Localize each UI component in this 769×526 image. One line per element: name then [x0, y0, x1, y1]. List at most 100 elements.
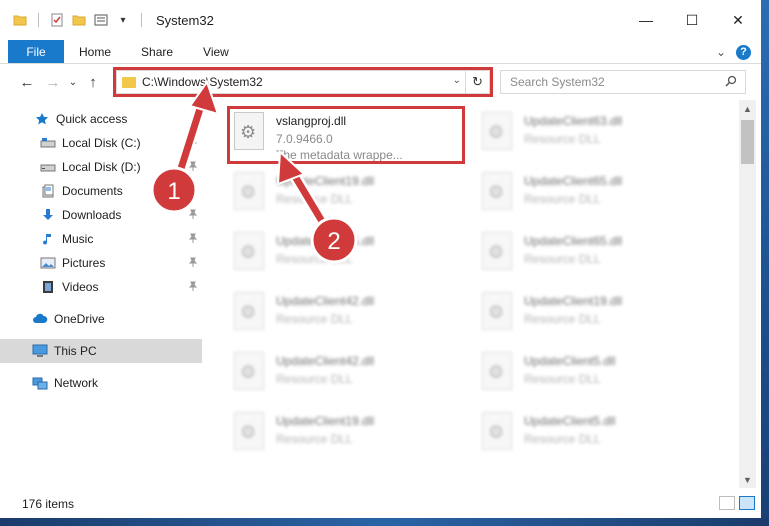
list-item[interactable]: ⚙ UpdateClient63.dll Resource DLL [476, 106, 716, 166]
back-button[interactable]: ← [14, 69, 40, 95]
music-icon [40, 231, 56, 247]
file-highlight-box [227, 106, 465, 164]
details-view-icon[interactable] [719, 496, 735, 510]
list-item[interactable]: ⚙ UpdateClient19.dll Resource DLL [228, 406, 468, 466]
help-icon[interactable]: ? [736, 44, 751, 60]
documents-icon [40, 183, 56, 199]
file-type: Resource DLL [276, 252, 353, 266]
list-item[interactable]: ⚙ UpdateClient5.dll Resource DLL [476, 406, 716, 466]
file-type: Resource DLL [524, 432, 601, 446]
ribbon-right: ⌄ ? [716, 40, 751, 64]
sidebar-item-label: OneDrive [54, 312, 105, 326]
sidebar-item-label: Documents [62, 184, 123, 198]
file-name: UpdateClient65.dll [276, 234, 375, 248]
forward-button[interactable]: → [40, 69, 66, 95]
pictures-icon [40, 255, 56, 271]
scroll-thumb[interactable] [741, 120, 754, 164]
window-controls: — ☐ ✕ [623, 0, 761, 40]
properties-icon[interactable] [49, 12, 65, 28]
file-type: Resource DLL [524, 252, 601, 266]
list-item[interactable]: ⚙ UpdateClient65.dll Resource DLL [476, 226, 716, 286]
list-item[interactable]: ⚙ UpdateClient65.dll Resource DLL [476, 166, 716, 226]
toolbar-divider [141, 13, 142, 27]
tab-file[interactable]: File [8, 40, 64, 63]
list-item[interactable]: ⚙ UpdateClient42.dll Resource DLL [228, 346, 468, 406]
tab-share[interactable]: Share [126, 40, 188, 63]
star-icon [34, 111, 50, 127]
navigation-pane: Quick access Local Disk (C:) Local Disk … [0, 102, 204, 488]
sidebar-item-onedrive[interactable]: OneDrive [0, 307, 202, 331]
search-icon[interactable] [725, 75, 737, 90]
maximize-button[interactable]: ☐ [669, 0, 715, 40]
sidebar-item-music[interactable]: Music [0, 227, 202, 251]
file-list: ⚙ vslangproj.dll 7.0.9466.0 The metadata… [204, 102, 739, 488]
pin-icon[interactable] [188, 137, 198, 150]
title-bar: ▾ System32 — ☐ ✕ [0, 0, 761, 40]
sidebar-item-label: Quick access [56, 112, 128, 126]
sidebar-item-pictures[interactable]: Pictures [0, 251, 202, 275]
explorer-window: ▾ System32 — ☐ ✕ File Home Share View ⌄ … [0, 0, 769, 526]
desktop-background [761, 0, 769, 526]
pin-icon[interactable] [188, 281, 198, 294]
cloud-icon [32, 311, 48, 327]
downloads-icon [40, 207, 56, 223]
sidebar-item-quick-access[interactable]: Quick access [0, 107, 202, 131]
file-name: UpdateClient5.dll [524, 414, 616, 428]
list-item[interactable]: ⚙ UpdateClient19.dll Resource DLL [476, 286, 716, 346]
folder-icon [12, 12, 28, 28]
tab-view[interactable]: View [188, 40, 244, 63]
file-name: UpdateClient19.dll [524, 294, 623, 308]
dll-file-icon: ⚙ [234, 352, 264, 390]
large-icons-view-icon[interactable] [739, 496, 755, 510]
tab-home[interactable]: Home [64, 40, 126, 63]
pin-icon[interactable] [188, 185, 198, 198]
dll-file-icon: ⚙ [234, 292, 264, 330]
pin-icon[interactable] [188, 161, 198, 174]
sidebar-item-documents[interactable]: Documents [0, 179, 202, 203]
dll-file-icon: ⚙ [482, 412, 512, 450]
pin-icon[interactable] [188, 257, 198, 270]
computer-icon [32, 343, 48, 359]
file-type: Resource DLL [276, 372, 353, 386]
expand-ribbon-icon[interactable]: ⌄ [716, 45, 726, 59]
file-type: Resource DLL [276, 192, 353, 206]
list-item[interactable]: ⚙ UpdateClient65.dll Resource DLL [228, 226, 468, 286]
navigation-bar: ← → ⌄ ↑ C:\Windows\System32 ⌄ ↻ Search S… [0, 64, 761, 100]
file-type: Resource DLL [524, 132, 601, 146]
close-button[interactable]: ✕ [715, 0, 761, 40]
new-folder-icon[interactable] [71, 12, 87, 28]
desktop-background [0, 518, 769, 526]
file-name: UpdateClient65.dll [524, 174, 623, 188]
toolbar-divider [38, 13, 39, 27]
sidebar-item-network[interactable]: Network [0, 371, 202, 395]
sidebar-item-label: Music [62, 232, 94, 246]
recent-locations-button[interactable]: ⌄ [66, 69, 80, 95]
pin-icon[interactable] [188, 209, 198, 222]
scroll-up-arrow-icon[interactable]: ▲ [739, 100, 756, 117]
scroll-down-arrow-icon[interactable]: ▼ [739, 471, 756, 488]
list-item[interactable]: ⚙ UpdateClient19.dll Resource DLL [228, 166, 468, 226]
minimize-button[interactable]: — [623, 0, 669, 40]
sidebar-item-videos[interactable]: Videos [0, 275, 202, 299]
dll-file-icon: ⚙ [234, 412, 264, 450]
pin-icon[interactable] [188, 233, 198, 246]
dll-file-icon: ⚙ [482, 292, 512, 330]
sidebar-item-local-disk-c[interactable]: Local Disk (C:) [0, 131, 202, 155]
search-input[interactable]: Search System32 [500, 70, 746, 94]
sidebar-item-this-pc[interactable]: This PC [0, 339, 202, 363]
file-name: UpdateClient42.dll [276, 294, 375, 308]
file-name: UpdateClient42.dll [276, 354, 375, 368]
sidebar-item-local-disk-d[interactable]: Local Disk (D:) [0, 155, 202, 179]
customize-toolbar-icon[interactable]: ▾ [115, 12, 131, 28]
file-type: Resource DLL [524, 372, 601, 386]
sidebar-item-downloads[interactable]: Downloads [0, 203, 202, 227]
view-options-icon[interactable] [93, 12, 109, 28]
up-button[interactable]: ↑ [80, 69, 106, 95]
item-count: 176 items [22, 497, 75, 511]
file-name: UpdateClient5.dll [524, 354, 616, 368]
sidebar-item-label: This PC [54, 344, 97, 358]
file-name: UpdateClient19.dll [276, 414, 375, 428]
list-item[interactable]: ⚙ UpdateClient42.dll Resource DLL [228, 286, 468, 346]
vertical-scrollbar[interactable]: ▲ ▼ [739, 100, 756, 488]
list-item[interactable]: ⚙ UpdateClient5.dll Resource DLL [476, 346, 716, 406]
